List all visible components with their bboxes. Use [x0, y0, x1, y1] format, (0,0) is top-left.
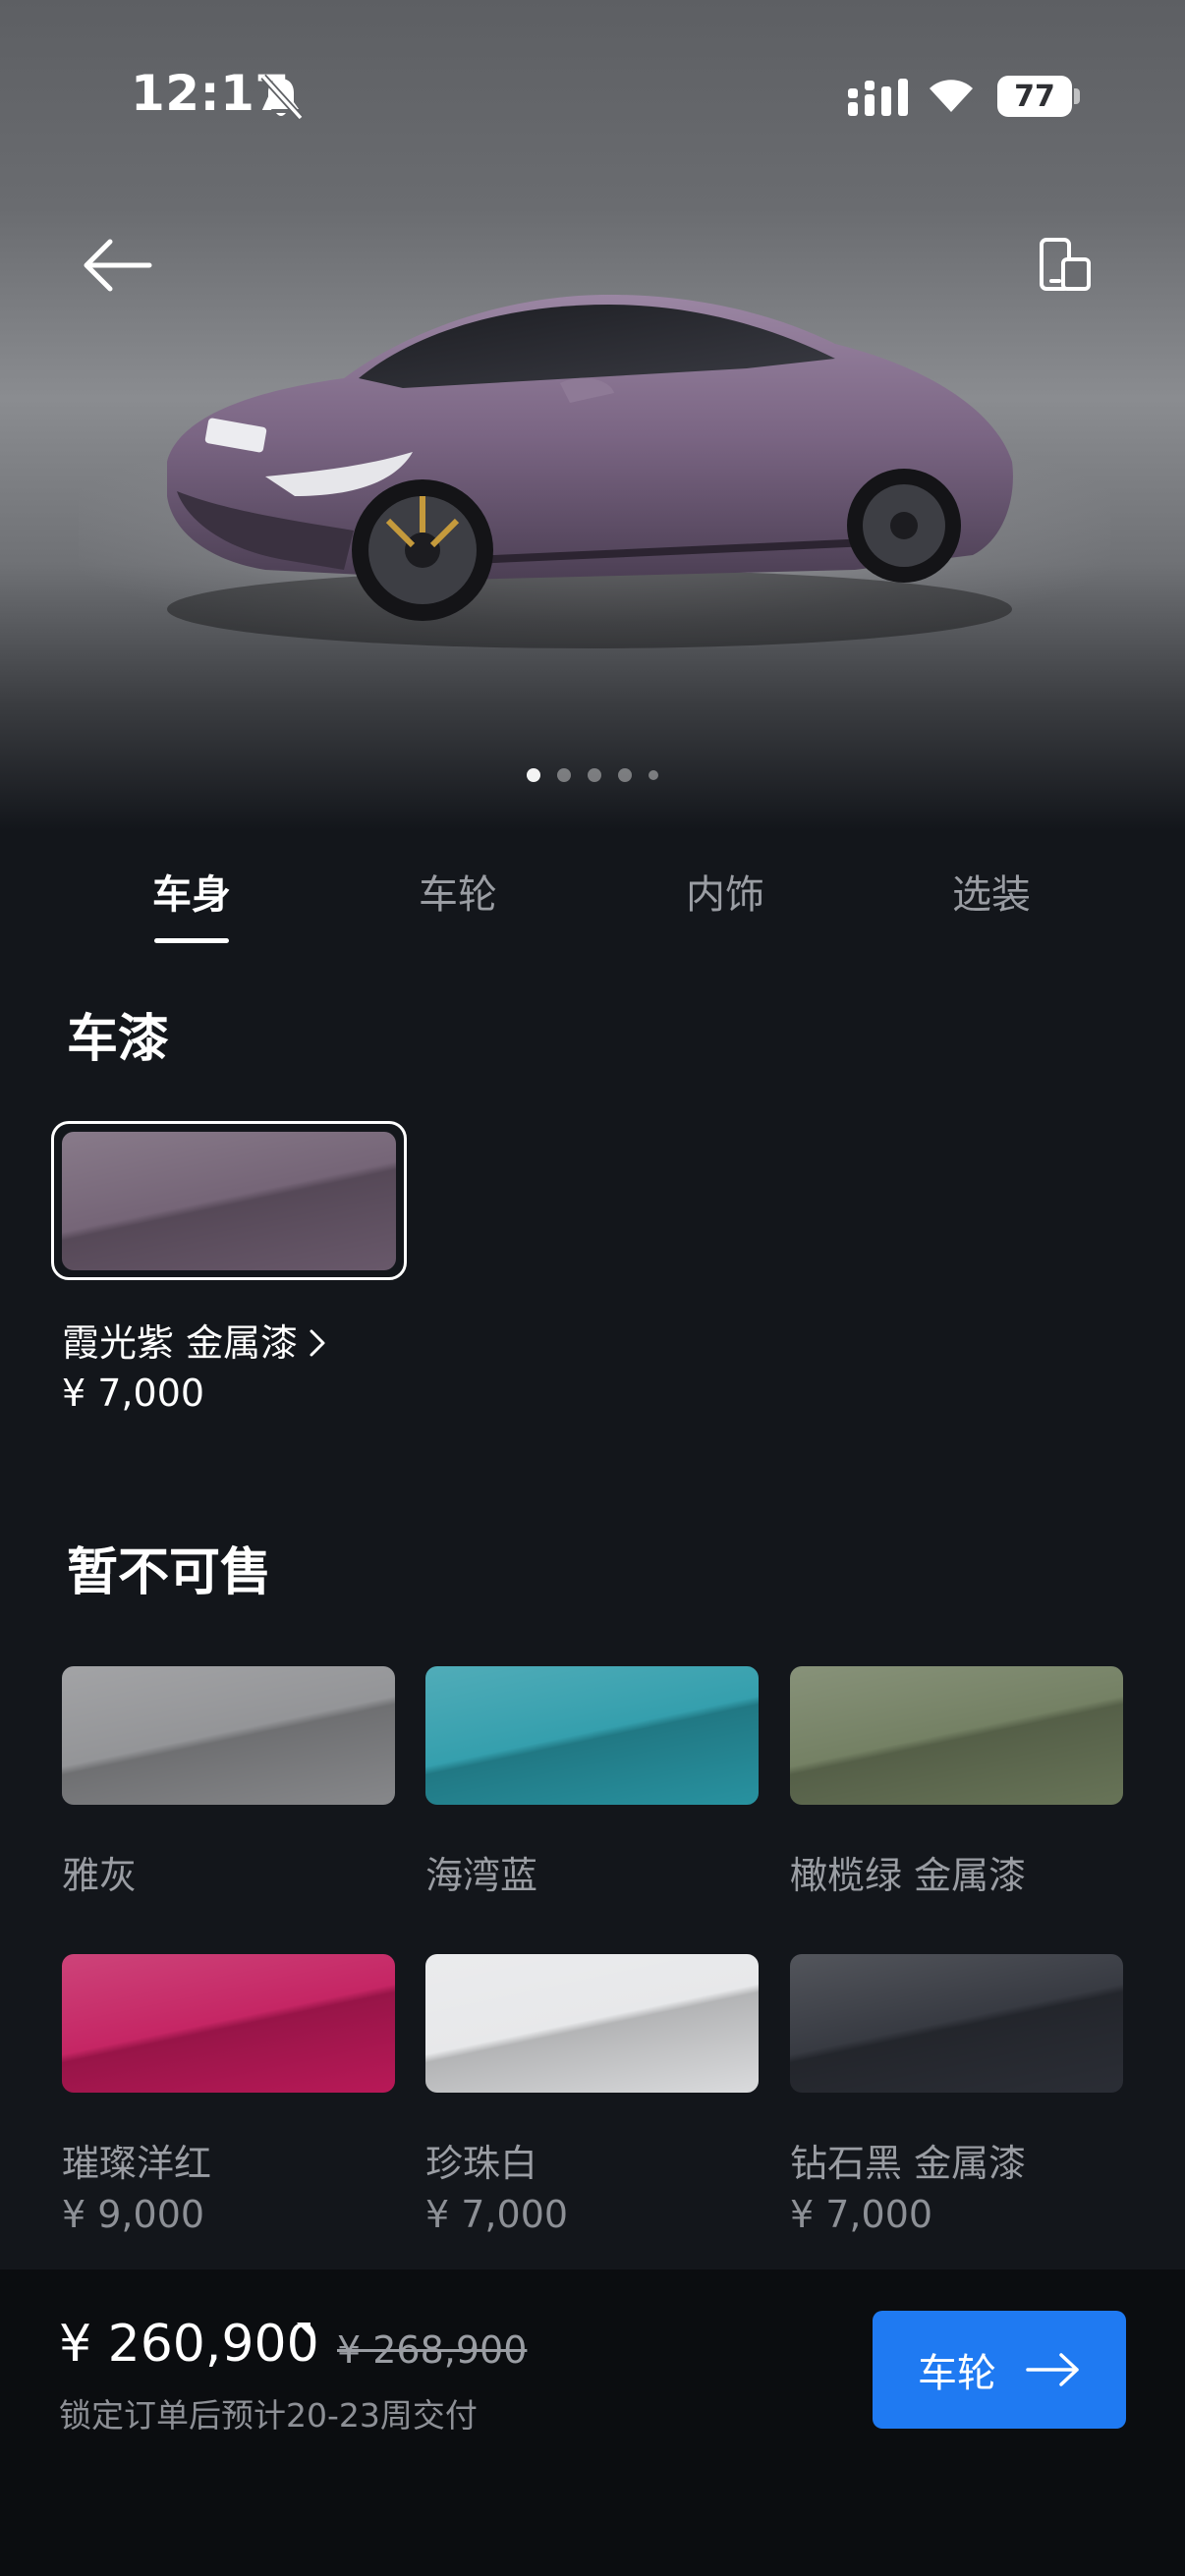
carousel-dot[interactable] [527, 768, 540, 782]
cellular-signal-icon [848, 79, 908, 116]
selected-color-link[interactable]: 霞光紫 金属漆 [62, 1313, 327, 1367]
original-price: ¥ 268,900 [337, 2328, 528, 2372]
unavailable-section-title: 暂不可售 [67, 1543, 272, 1602]
tab-wheels[interactable]: 车轮 [360, 863, 556, 920]
active-tab-underline [154, 938, 229, 943]
color-swatch-selected[interactable] [62, 1132, 396, 1270]
battery-cap [1074, 88, 1080, 104]
chevron-right-icon [310, 1329, 325, 1357]
carousel-dot[interactable] [618, 768, 632, 782]
tab-body[interactable]: 车身 [93, 863, 290, 920]
color-price: ¥ 7,000 [425, 2193, 569, 2236]
color-swatch[interactable] [62, 1954, 395, 2093]
car-hero-image[interactable]: 12:17 77 [0, 0, 1185, 830]
paint-section-title: 车漆 [67, 1010, 170, 1069]
color-name: 海湾蓝 [425, 1854, 538, 1897]
carousel-dots [0, 768, 1185, 782]
carousel-dot[interactable] [649, 770, 658, 780]
color-name: 珍珠白 [425, 2142, 538, 2185]
car-illustration [167, 295, 1013, 648]
price-detail-corner-icon[interactable] [295, 2321, 312, 2338]
battery-level: 77 [997, 76, 1072, 117]
configurator-page: 12:17 77 车身 车轮 内饰 选装 车漆 霞光紫 金属漆 ¥ 7,000 … [0, 0, 1185, 2576]
next-step-button[interactable]: 车轮 [873, 2311, 1126, 2429]
color-swatch[interactable] [790, 1666, 1123, 1805]
phone-view-icon[interactable] [1036, 236, 1095, 295]
carousel-dot[interactable] [557, 768, 571, 782]
color-name: 雅灰 [62, 1854, 138, 1897]
delivery-estimate: 锁定订单后预计20-23周交付 [59, 2396, 478, 2435]
tab-interior[interactable]: 内饰 [627, 863, 823, 920]
total-price: ¥ 260,900 [59, 2315, 319, 2374]
back-arrow-icon[interactable] [81, 236, 153, 295]
battery-indicator: 77 [997, 76, 1080, 117]
selected-color-name: 霞光紫 金属漆 [62, 1321, 299, 1365]
tab-options[interactable]: 选装 [893, 863, 1090, 920]
arrow-right-icon [1026, 2353, 1079, 2386]
color-swatch[interactable] [425, 1666, 759, 1805]
color-name: 璀璨洋红 [62, 2142, 212, 2185]
color-swatch[interactable] [425, 1954, 759, 2093]
color-swatch[interactable] [790, 1954, 1123, 2093]
carousel-dot[interactable] [588, 768, 601, 782]
color-name: 钻石黑 金属漆 [790, 2142, 1027, 2185]
color-name: 橄榄绿 金属漆 [790, 1854, 1027, 1897]
color-price: ¥ 7,000 [790, 2193, 933, 2236]
selected-color-price: ¥ 7,000 [62, 1372, 205, 1415]
color-swatch[interactable] [62, 1666, 395, 1805]
color-price: ¥ 9,000 [62, 2193, 205, 2236]
bell-muted-icon [260, 74, 304, 121]
next-step-label: 车轮 [918, 2351, 996, 2396]
wifi-icon [930, 80, 973, 112]
